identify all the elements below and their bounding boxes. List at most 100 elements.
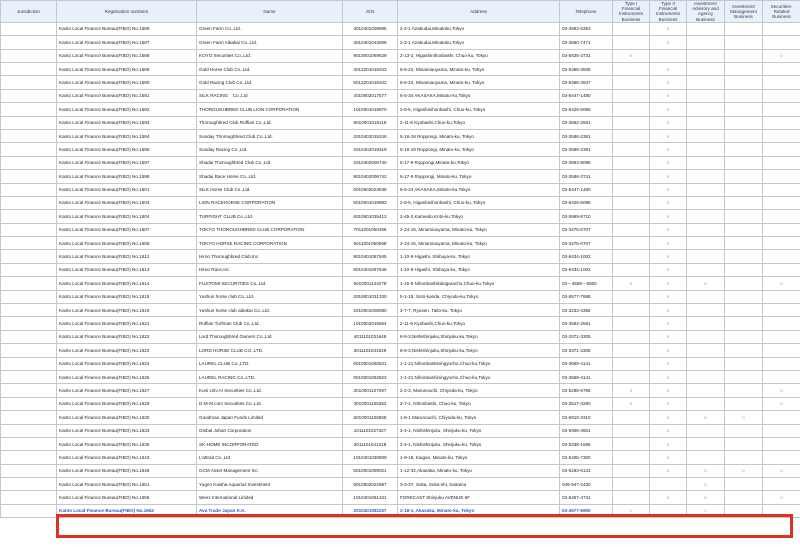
cell-securities: ○	[762, 48, 800, 63]
cell-registration: Kanto Local Finance Bureau(FIBO) No.1622	[56, 329, 197, 345]
cell-advisory	[686, 356, 725, 371]
table-row: Kanto Local Finance Bureau(FIBO) No.1601…	[0, 182, 800, 197]
cell-advisory	[686, 48, 725, 63]
cell-jurisdiction	[0, 128, 57, 144]
cell-address: 2-11-6 Kyobashi,Chuo-ku,Tokyo	[397, 316, 560, 331]
cell-jurisdiction	[0, 21, 57, 37]
cell-advisory	[686, 369, 725, 385]
table-row: Kanto Local Finance Bureau(FIBO) No.1597…	[0, 155, 800, 171]
cell-jcn: 5011001050598	[342, 236, 398, 251]
cell-name: Ava Trade Japan K.K.	[196, 503, 343, 519]
cell-type1	[612, 490, 650, 505]
cell-address: FORECAST Shinjuku AVENUE 6F	[397, 490, 560, 505]
cell-type2: ○	[649, 115, 687, 130]
cell-securities: ○	[762, 463, 800, 479]
cell-securities: ○	[762, 490, 800, 505]
table-row: Kanto Local Finance Bureau(FIBO) No.1604…	[0, 209, 800, 224]
cell-jcn: 1010401030809	[342, 450, 398, 465]
cell-address: 2-11-6 Kyobashi,Chuo-ku,Tokyo	[397, 115, 560, 130]
cell-jurisdiction	[0, 102, 57, 117]
table-row: Kanto Local Finance Bureau(FIBO) No.1643…	[0, 450, 800, 465]
table-row: Kanto Local Finance Bureau(FIBO) No.1591…	[0, 88, 800, 104]
cell-telephone: 03-5288-6766	[559, 383, 613, 398]
cell-investment	[724, 436, 763, 452]
cell-registration: Kanto Local Finance Bureau(FIBO) No.1589	[56, 61, 197, 77]
cell-securities	[762, 236, 800, 251]
cell-securities	[762, 450, 800, 465]
cell-securities	[762, 35, 800, 50]
cell-jurisdiction	[0, 356, 57, 371]
cell-type2: ○	[649, 249, 687, 264]
table-row: Kanto Local Finance Bureau(FIBO) No.1594…	[0, 128, 800, 144]
cell-securities	[762, 289, 800, 305]
cell-jurisdiction	[0, 303, 57, 318]
cell-telephone: 03-3517-3280	[559, 396, 613, 412]
cell-registration: Kanto Local Finance Bureau(FIBO) No.1608	[56, 236, 197, 251]
header-securities: Securities-Related Business	[762, 0, 800, 23]
cell-address: 2-4-1, Nishishinjuku, Shinjuku-ku, Tokyo	[397, 423, 560, 438]
cell-type1	[612, 102, 650, 117]
cell-telephone: 03-6447-1480	[559, 182, 613, 197]
cell-securities	[762, 262, 800, 278]
cell-type1	[612, 222, 650, 238]
cell-jcn: 2010001107097	[342, 383, 398, 398]
registration-table: Jurisdiction Registration numbers Name J…	[0, 0, 800, 519]
cell-securities	[762, 249, 800, 264]
cell-advisory	[686, 262, 725, 278]
cell-telephone: 03-5405-7300	[559, 450, 613, 465]
cell-jurisdiction	[0, 195, 57, 211]
cell-advisory	[686, 102, 725, 117]
cell-jcn: 3010401043008	[342, 35, 398, 50]
cell-telephone: 03-3669-4141	[559, 356, 613, 371]
cell-name: SK-HOME INCORPORATED	[196, 436, 343, 452]
cell-jurisdiction	[0, 236, 57, 251]
table-row: Kanto Local Finance Bureau(FIBO) No.1612…	[0, 249, 800, 264]
cell-registration: Kanto Local Finance Bureau(FIBO) No.1597	[56, 155, 197, 171]
cell-type2: ○	[649, 276, 687, 291]
cell-jurisdiction	[0, 369, 57, 385]
cell-type2: ○	[649, 35, 687, 50]
cell-jurisdiction	[0, 463, 57, 479]
cell-securities: ○	[762, 396, 800, 412]
table-row: Kanto Local Finance Bureau(FIBO) No.1614…	[0, 276, 800, 291]
cell-registration: Kanto Local Finance Bureau(FIBO) No.1659	[56, 490, 197, 505]
cell-name: TOKYO HORSE RACING CORPORATION	[196, 236, 343, 251]
table-row: Kanto Local Finance Bureau(FIBO) No.1659…	[0, 490, 800, 505]
cell-investment	[724, 369, 763, 385]
cell-registration: Kanto Local Finance Bureau(FIBO) No.1603	[56, 195, 197, 211]
cell-type2: ○	[649, 383, 687, 398]
cell-securities	[762, 209, 800, 224]
cell-name: TOKYO THOROUGHBRED CLUB CORPORATION	[196, 222, 343, 238]
cell-type1	[612, 209, 650, 224]
cell-investment	[724, 249, 763, 264]
cell-investment	[724, 276, 763, 291]
table-row-highlighted: Kanto Local Finance Bureau(FIBO) No.1662…	[0, 503, 800, 519]
cell-advisory	[686, 75, 725, 90]
cell-advisory	[686, 142, 725, 157]
cell-name: SILK RACING Co.,Ltd	[196, 88, 343, 104]
cell-type2: ○	[649, 329, 687, 345]
cell-investment	[724, 142, 763, 157]
cell-securities	[762, 21, 800, 37]
cell-type2: ○	[649, 356, 687, 371]
cell-investment	[724, 128, 763, 144]
cell-securities	[762, 222, 800, 238]
table-row: Kanto Local Finance Bureau(FIBO) No.1593…	[0, 115, 800, 130]
cell-jurisdiction	[0, 503, 57, 519]
cell-investment	[724, 289, 763, 305]
cell-securities	[762, 169, 800, 184]
cell-investment	[724, 102, 763, 117]
cell-jcn: 6010001060821	[342, 356, 398, 371]
cell-type2: ○	[649, 303, 687, 318]
cell-investment	[724, 195, 763, 211]
header-type1: Type I Financial Instruments Business	[612, 0, 650, 23]
cell-jurisdiction	[0, 249, 57, 264]
cell-advisory	[686, 236, 725, 251]
cell-type1	[612, 249, 650, 264]
cell-registration: Kanto Local Finance Bureau(FIBO) No.1623	[56, 343, 197, 358]
cell-name: Kuni Umi AI Securities Co.,Ltd.	[196, 383, 343, 398]
cell-type1	[612, 477, 650, 492]
cell-registration: Kanto Local Finance Bureau(FIBO) No.1592	[56, 102, 197, 117]
cell-address: 5-1-15, Soto-kanda, Chiyoda-ku,Tokyo	[397, 289, 560, 305]
cell-jcn: 2010402006740	[342, 155, 398, 171]
